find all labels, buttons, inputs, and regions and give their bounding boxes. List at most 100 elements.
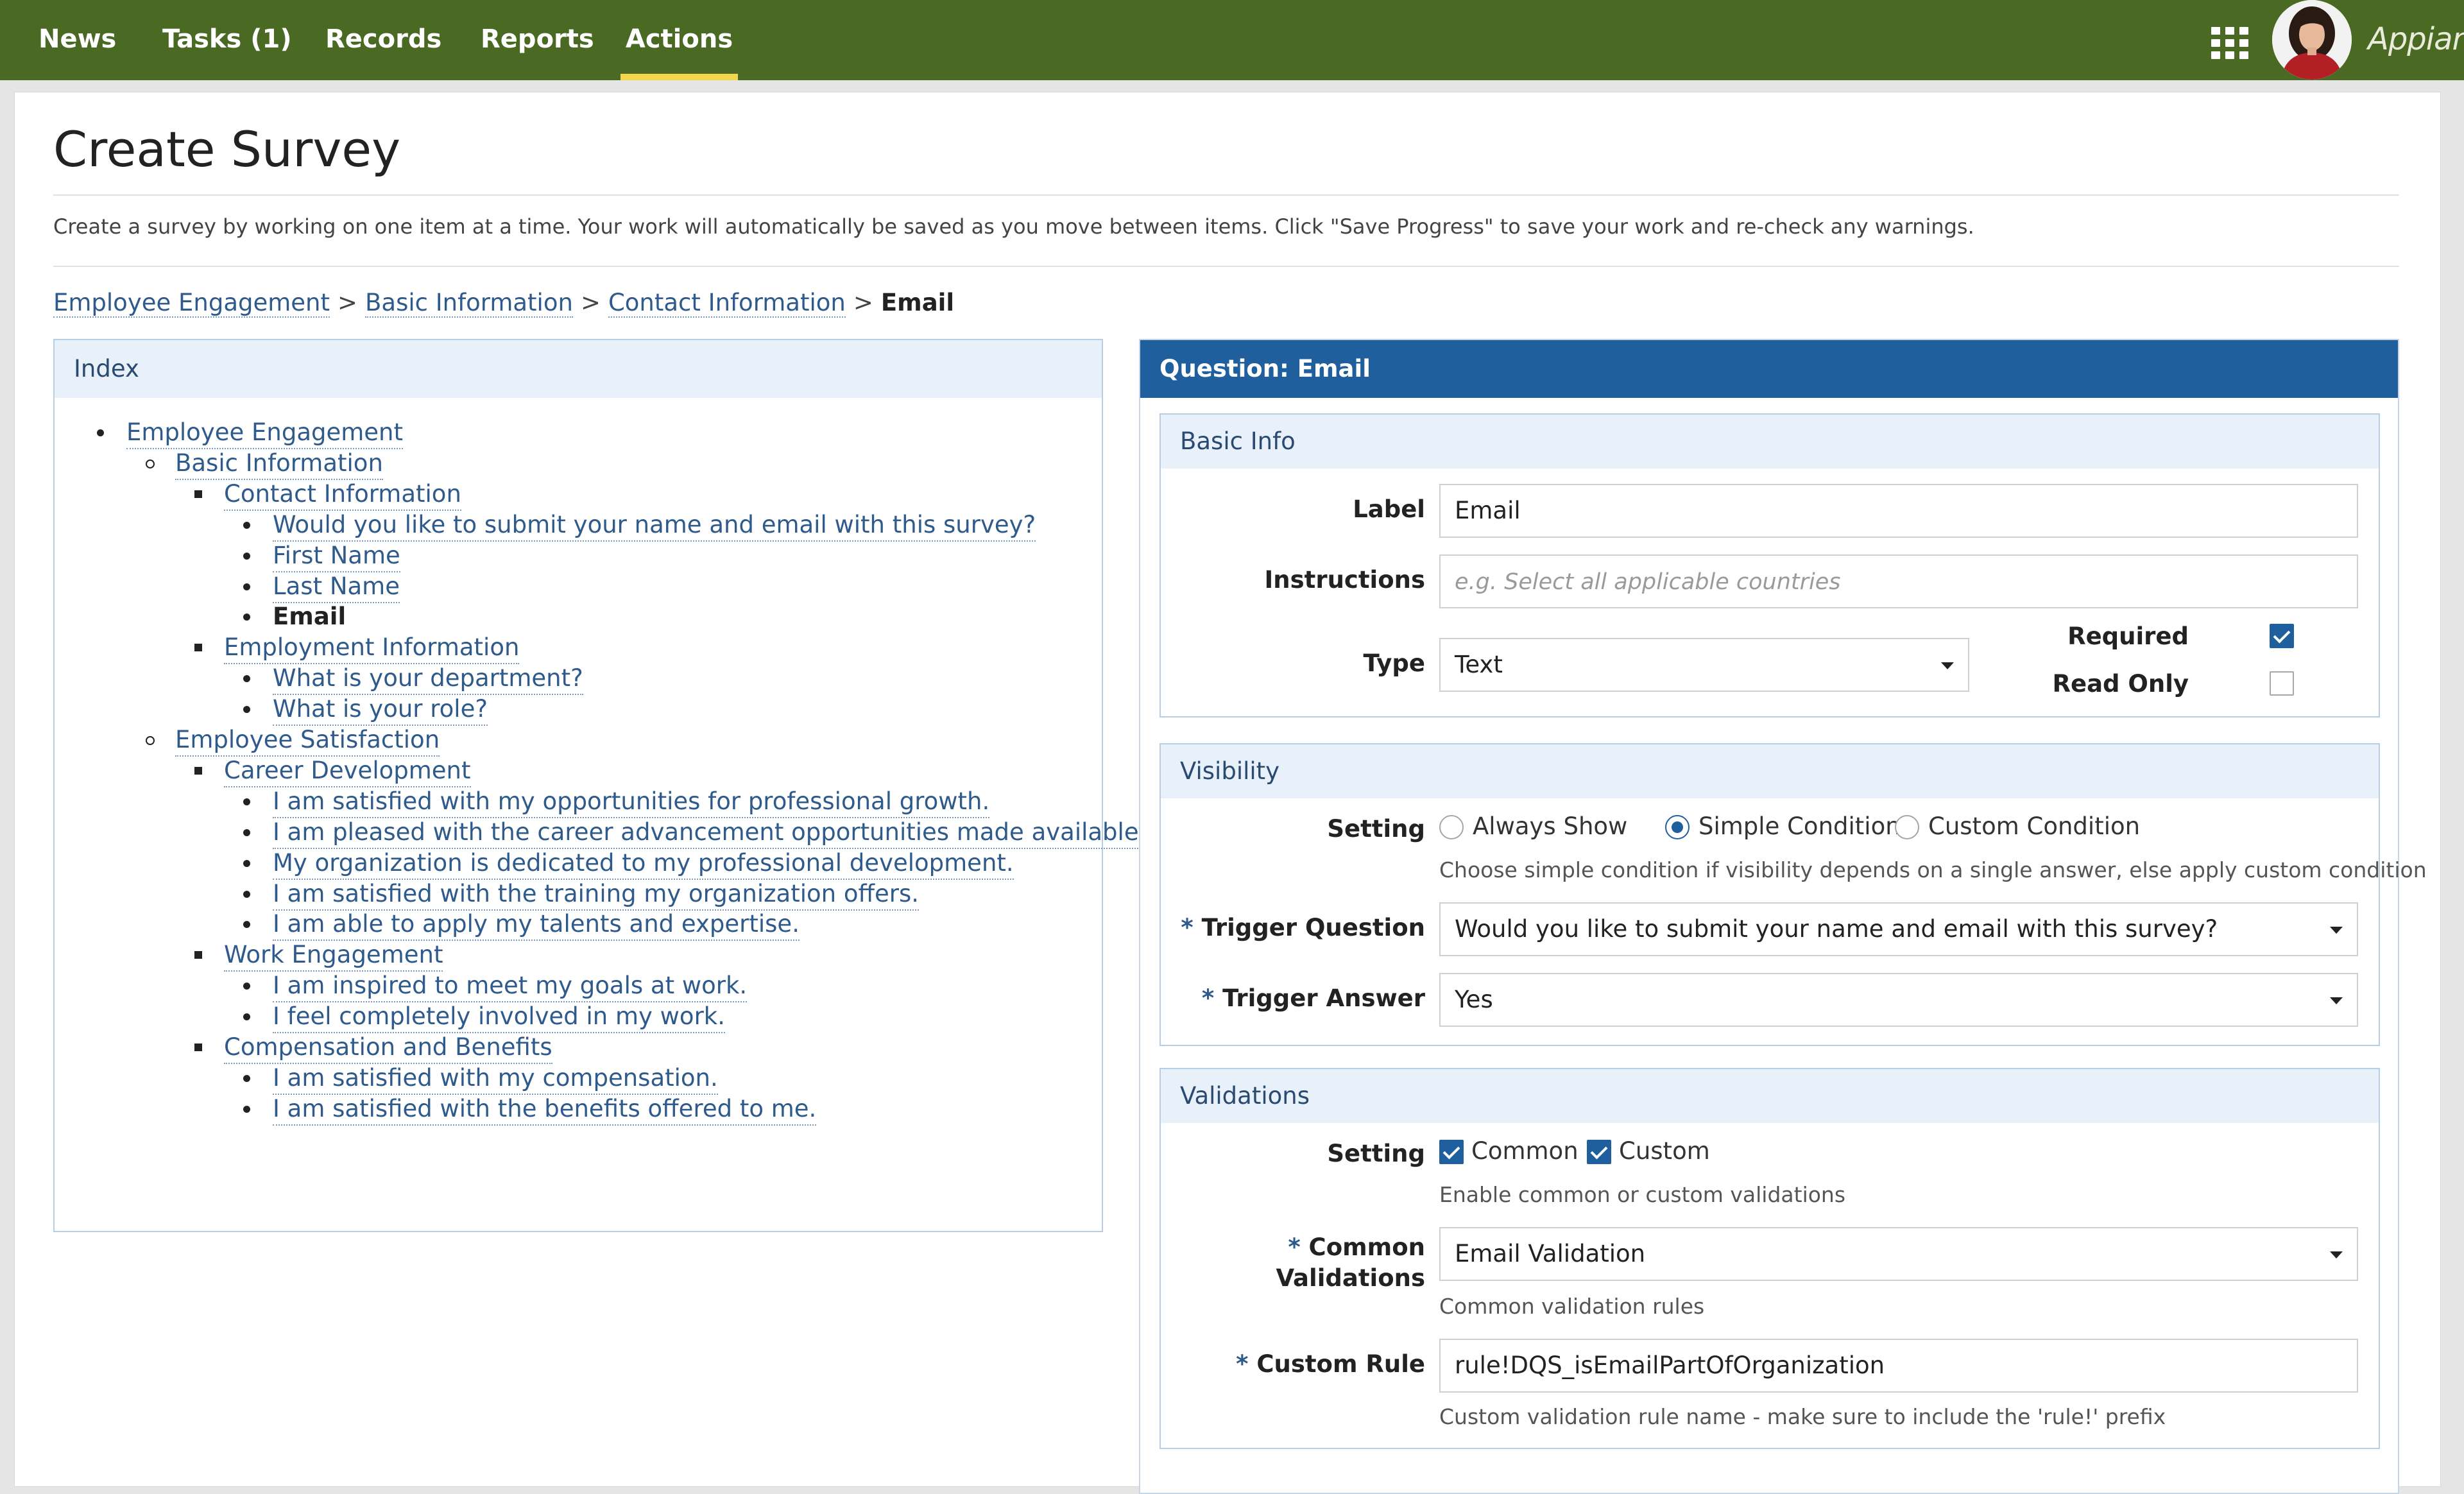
trigger-question-select[interactable]: Would you like to submit your name and e… <box>1439 902 2358 956</box>
index-item[interactable]: I am satisfied with the training my orga… <box>243 879 919 911</box>
index-item[interactable]: My organization is dedicated to my profe… <box>243 848 1014 880</box>
breadcrumb-current: Email <box>880 289 955 316</box>
index-item[interactable]: Work Engagement <box>194 940 443 972</box>
common-validations-label-line-2: Validations <box>1276 1264 1425 1292</box>
label-input-value: Email <box>1455 497 1521 524</box>
index-item[interactable]: Compensation and Benefits <box>194 1032 552 1064</box>
breadcrumb-link-employee-engagement[interactable]: Employee Engagement <box>53 289 330 318</box>
index-item[interactable]: Would you like to submit your name and e… <box>243 510 1036 542</box>
grid-icon[interactable] <box>2211 27 2248 59</box>
index-item-label[interactable]: Contact Information <box>224 479 461 511</box>
index-item-label[interactable]: Would you like to submit your name and e… <box>273 510 1036 542</box>
trigger-answer-label-text: Trigger Answer <box>1222 984 1425 1012</box>
index-item-label[interactable]: What is your department? <box>273 663 583 695</box>
instructions-placeholder: e.g. Select all applicable countries <box>1455 569 1841 595</box>
index-item-label[interactable]: Compensation and Benefits <box>224 1032 552 1064</box>
bullet-icon <box>243 798 250 805</box>
common-checkbox[interactable] <box>1439 1140 1464 1164</box>
index-item[interactable]: Employee Satisfaction <box>146 725 440 757</box>
index-item-label[interactable]: I am satisfied with my compensation. <box>273 1063 718 1095</box>
breadcrumb-separator: > <box>853 289 873 316</box>
required-marker: * <box>1288 1233 1309 1261</box>
required-checkbox[interactable] <box>2270 624 2294 648</box>
bullet-icon <box>243 553 250 560</box>
index-item-label[interactable]: I feel completely involved in my work. <box>273 1001 725 1033</box>
index-item-label[interactable]: I am able to apply my talents and expert… <box>273 909 800 941</box>
nav-tab-reports[interactable]: Reports <box>481 0 594 80</box>
read-only-checkbox[interactable] <box>2270 671 2294 696</box>
bullet-icon <box>146 459 155 468</box>
question-header: Question: Email <box>1140 340 2398 398</box>
visibility-setting-hint: Choose simple condition if visibility de… <box>1439 857 2427 882</box>
nav-tab-actions-label: Actions <box>625 24 733 54</box>
index-item[interactable]: Last Name <box>243 571 400 603</box>
nav-tab-tasks[interactable]: Tasks (1) <box>162 0 292 80</box>
index-item[interactable]: Contact Information <box>194 479 461 511</box>
custom-checkbox-label[interactable]: Custom <box>1619 1137 1710 1165</box>
question-panel: Question: Email Basic Info Label Email I… <box>1139 339 2427 1494</box>
custom-checkbox[interactable] <box>1587 1140 1611 1164</box>
index-item-label[interactable]: I am pleased with the career advancement… <box>273 817 1147 849</box>
index-item-label[interactable]: Employee Engagement <box>126 417 404 449</box>
index-item[interactable]: Employment Information <box>194 632 520 664</box>
radio-simple-condition-label[interactable]: Simple Condition <box>1698 812 1901 840</box>
index-item-label[interactable]: Work Engagement <box>224 940 443 972</box>
index-item-label[interactable]: Basic Information <box>175 448 383 480</box>
type-field-label: Type <box>1363 649 1425 677</box>
nav-tab-actions[interactable]: Actions <box>620 0 738 80</box>
trigger-question-label-text: Trigger Question <box>1201 914 1425 941</box>
radio-custom-condition[interactable] <box>1895 815 1919 839</box>
index-item-label[interactable]: First Name <box>273 540 400 572</box>
index-item-label[interactable]: I am inspired to meet my goals at work. <box>273 970 748 1002</box>
custom-rule-input[interactable]: rule!DQS_isEmailPartOfOrganization <box>1439 1339 2358 1393</box>
index-item-label[interactable]: Employee Satisfaction <box>175 725 440 757</box>
instructions-input[interactable]: e.g. Select all applicable countries <box>1439 554 2358 608</box>
index-item[interactable]: I am satisfied with my compensation. <box>243 1063 718 1095</box>
radio-simple-condition[interactable] <box>1665 815 1690 839</box>
bullet-icon <box>97 429 104 436</box>
index-item[interactable]: Career Development <box>194 755 471 787</box>
common-validations-select[interactable]: Email Validation <box>1439 1227 2358 1281</box>
radio-always-show-label[interactable]: Always Show <box>1473 812 1627 840</box>
bullet-icon <box>243 706 250 713</box>
common-checkbox-label[interactable]: Common <box>1471 1137 1579 1165</box>
index-item[interactable]: I feel completely involved in my work. <box>243 1001 725 1033</box>
label-input[interactable]: Email <box>1439 484 2358 538</box>
chevron-down-icon <box>2330 927 2343 934</box>
index-item-label[interactable]: I am satisfied with the benefits offered… <box>273 1094 817 1126</box>
index-item[interactable]: I am satisfied with my opportunities for… <box>243 786 990 818</box>
user-avatar[interactable] <box>2272 0 2352 80</box>
index-item-label[interactable]: I am satisfied with the training my orga… <box>273 879 919 911</box>
breadcrumb-link-contact-information[interactable]: Contact Information <box>608 289 846 318</box>
index-item-label: Email <box>273 603 346 630</box>
index-item-label[interactable]: Career Development <box>224 755 471 787</box>
type-select[interactable]: Text <box>1439 638 1969 692</box>
radio-always-show[interactable] <box>1439 815 1464 839</box>
main-content: Create Survey Create a survey by working… <box>14 92 2441 1494</box>
label-field-label: Label <box>1353 495 1425 523</box>
index-item-label[interactable]: I am satisfied with my opportunities for… <box>273 786 990 818</box>
trigger-answer-select[interactable]: Yes <box>1439 973 2358 1027</box>
validations-setting-hint: Enable common or custom validations <box>1439 1182 1846 1207</box>
index-item[interactable]: I am inspired to meet my goals at work. <box>243 970 748 1002</box>
bullet-icon <box>194 644 202 651</box>
nav-tab-news[interactable]: News <box>38 0 116 80</box>
index-item[interactable]: Employee Engagement <box>97 417 404 449</box>
index-item[interactable]: What is your department? <box>243 663 583 695</box>
index-item[interactable]: First Name <box>243 540 400 572</box>
index-item-label[interactable]: Employment Information <box>224 632 520 664</box>
index-item[interactable]: I am pleased with the career advancement… <box>243 817 1147 849</box>
index-item[interactable]: I am able to apply my talents and expert… <box>243 909 800 941</box>
index-item-label[interactable]: My organization is dedicated to my profe… <box>273 848 1014 880</box>
radio-custom-condition-label[interactable]: Custom Condition <box>1928 812 2140 840</box>
visibility-section: Visibility Setting Always Show Simple Co… <box>1159 743 2427 1046</box>
index-item-label[interactable]: What is your role? <box>273 694 488 726</box>
breadcrumb-link-basic-information[interactable]: Basic Information <box>365 289 573 318</box>
read-only-label: Read Only <box>2052 670 2189 698</box>
nav-tab-records[interactable]: Records <box>325 0 441 80</box>
index-item[interactable]: Basic Information <box>146 448 383 480</box>
index-item[interactable]: What is your role? <box>243 694 488 726</box>
title-divider <box>53 194 2399 196</box>
index-item-label[interactable]: Last Name <box>273 571 400 603</box>
index-item[interactable]: I am satisfied with the benefits offered… <box>243 1094 817 1126</box>
